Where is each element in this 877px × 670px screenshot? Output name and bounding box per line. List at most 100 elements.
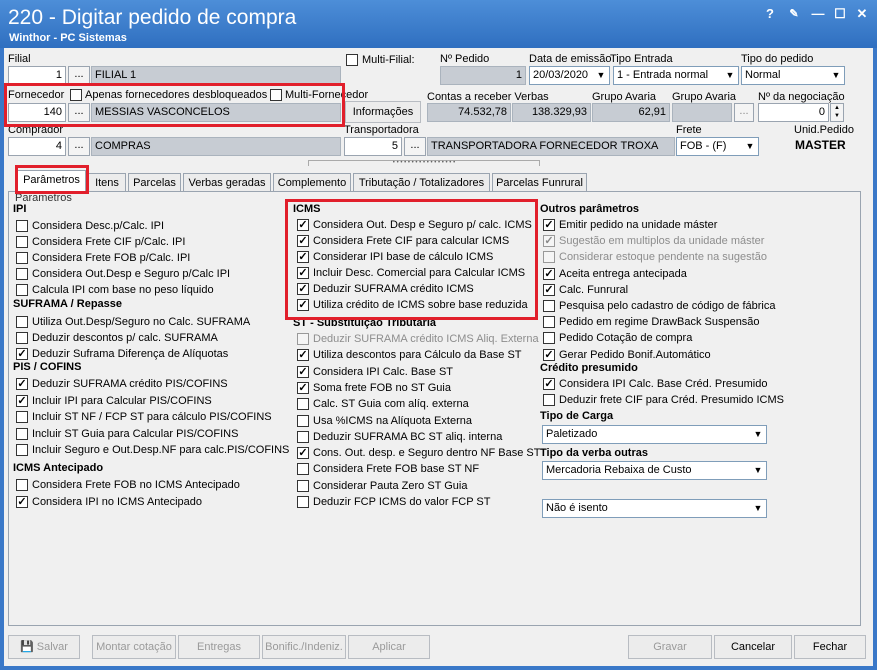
- comprador-search-button[interactable]: ...: [68, 137, 90, 156]
- check-icon[interactable]: ✓: [16, 348, 28, 360]
- checkbox[interactable]: [543, 394, 555, 406]
- option-row[interactable]: Considerar estoque pendente na sugestão: [543, 249, 767, 265]
- checkbox[interactable]: [297, 479, 309, 492]
- checkbox[interactable]: [16, 444, 28, 456]
- check-icon[interactable]: ✓: [543, 235, 555, 248]
- option-row[interactable]: Considera Frete FOB base ST NF: [297, 461, 479, 477]
- check-icon[interactable]: ✓: [16, 394, 28, 407]
- option-row[interactable]: ✓ Considera IPI Calc. Base ST: [297, 364, 453, 380]
- option-row[interactable]: ✓ Utiliza descontos para Cálculo da Base …: [297, 347, 522, 363]
- data-emissao-picker[interactable]: 20/03/2020 ▼: [529, 66, 610, 85]
- transportadora-search-button[interactable]: ...: [404, 137, 426, 156]
- checkbox[interactable]: [16, 411, 28, 423]
- check-icon[interactable]: ✓: [297, 447, 309, 460]
- checkbox[interactable]: [16, 268, 28, 280]
- option-row[interactable]: Deduzir frete CIF para Créd. Presumido I…: [543, 392, 784, 408]
- option-row[interactable]: Deduzir SUFRAMA crédito ICMS Aliq. Exter…: [297, 331, 539, 347]
- cancelar-button[interactable]: Cancelar: [714, 635, 792, 659]
- option-row[interactable]: ✓ Calc. Funrural: [543, 282, 628, 298]
- option-row[interactable]: Incluir ST Guia para Calcular PIS/COFINS: [16, 426, 238, 442]
- grupo-avaria-search-button[interactable]: ...: [734, 103, 754, 122]
- option-row[interactable]: Considera Out.Desp e Seguro p/Calc IPI: [16, 266, 230, 282]
- aplicar-button[interactable]: Aplicar: [348, 635, 430, 659]
- option-row[interactable]: Deduzir SUFRAMA BC ST aliq. interna: [297, 429, 502, 445]
- tab-verbas-geradas[interactable]: Verbas geradas: [183, 173, 271, 192]
- check-icon[interactable]: ✓: [297, 381, 309, 394]
- multi-filial-checkbox[interactable]: [346, 54, 358, 66]
- check-icon[interactable]: ✓: [16, 378, 28, 390]
- option-row[interactable]: ✓ Deduzir Suframa Diferença de Alíquotas: [16, 346, 228, 362]
- checkbox[interactable]: [16, 236, 28, 248]
- checkbox[interactable]: [16, 252, 28, 264]
- option-row[interactable]: Pesquisa pelo cadastro de código de fábr…: [543, 298, 775, 314]
- fechar-button[interactable]: Fechar: [794, 635, 866, 659]
- tab-tributacao[interactable]: Tributação / Totalizadores: [353, 173, 490, 192]
- informacoes-button[interactable]: Informações: [345, 101, 421, 123]
- option-row[interactable]: ✓ Incluir IPI para Calcular PIS/COFINS: [16, 393, 212, 409]
- checkbox[interactable]: [16, 332, 28, 344]
- help-icon[interactable]: ?: [762, 6, 778, 22]
- nr-negociacao-input[interactable]: 0: [758, 103, 829, 122]
- option-row[interactable]: ✓ Gerar Pedido Bonif.Automático: [543, 347, 711, 363]
- isencao-select[interactable]: Não é isento ▼: [542, 499, 767, 518]
- checkbox[interactable]: [543, 316, 555, 329]
- option-row[interactable]: Considera Desc.p/Calc. IPI: [16, 218, 164, 234]
- splitter-handle[interactable]: • • • • • • • • • • • • • • • • •: [308, 160, 540, 166]
- option-row[interactable]: Deduzir descontos p/ calc. SUFRAMA: [16, 330, 218, 346]
- montar-cotacao-button[interactable]: Montar cotação: [92, 635, 176, 659]
- entregas-button[interactable]: Entregas: [178, 635, 260, 659]
- bonific-button[interactable]: Bonific./Indeniz.: [262, 635, 346, 659]
- checkbox[interactable]: [297, 430, 309, 443]
- tab-parcelas-funrural[interactable]: Parcelas Funrural: [492, 173, 587, 192]
- close-icon[interactable]: ✕: [854, 6, 870, 22]
- option-row[interactable]: Pedido em regime DrawBack Suspensão: [543, 314, 760, 330]
- option-row[interactable]: Usa %ICMS na Alíquota Externa: [297, 413, 472, 429]
- option-row[interactable]: ✓ Considera IPI no ICMS Antecipado: [16, 494, 202, 510]
- maximize-icon[interactable]: ☐: [832, 6, 848, 22]
- check-icon[interactable]: ✓: [297, 365, 309, 378]
- checkbox[interactable]: [16, 220, 28, 232]
- arrow-down-icon[interactable]: ▼: [831, 112, 843, 120]
- salvar-button[interactable]: 💾 Salvar: [8, 635, 80, 659]
- checkbox[interactable]: [297, 463, 309, 476]
- option-row[interactable]: ✓ Deduzir SUFRAMA crédito PIS/COFINS: [16, 376, 228, 392]
- tipo-entrada-select[interactable]: 1 - Entrada normal ▼: [613, 66, 739, 85]
- checkbox[interactable]: [16, 316, 28, 328]
- option-row[interactable]: Deduzir FCP ICMS do valor FCP ST: [297, 494, 490, 510]
- option-row[interactable]: Considera Frete CIF p/Calc. IPI: [16, 234, 185, 250]
- option-row[interactable]: ✓ Emitir pedido na unidade máster: [543, 217, 717, 233]
- check-icon[interactable]: ✓: [543, 267, 555, 280]
- check-icon[interactable]: ✓: [297, 349, 309, 362]
- frete-select[interactable]: FOB - (F) ▼: [676, 137, 759, 156]
- option-row[interactable]: Utiliza Out.Desp/Seguro no Calc. SUFRAMA: [16, 314, 250, 330]
- checkbox[interactable]: [16, 284, 28, 296]
- check-icon[interactable]: ✓: [543, 283, 555, 296]
- checkbox[interactable]: [543, 300, 555, 312]
- checkbox[interactable]: [297, 398, 309, 411]
- option-row[interactable]: ✓ Soma frete FOB no ST Guia: [297, 380, 451, 396]
- checkbox[interactable]: [16, 427, 28, 440]
- nr-negociacao-stepper[interactable]: ▲ ▼: [830, 103, 844, 122]
- check-icon[interactable]: ✓: [543, 378, 555, 390]
- tipo-carga-select[interactable]: Paletizado ▼: [542, 425, 767, 444]
- option-row[interactable]: ✓ Sugestão em multiplos da unidade máster: [543, 233, 764, 249]
- option-row[interactable]: Considera Frete FOB p/Calc. IPI: [16, 250, 190, 266]
- checkbox[interactable]: [297, 496, 309, 508]
- option-row[interactable]: Pedido Cotação de compra: [543, 330, 692, 346]
- option-row[interactable]: Incluir Seguro e Out.Desp.NF para calc.P…: [16, 442, 289, 458]
- option-row[interactable]: Considera Frete FOB no ICMS Antecipado: [16, 477, 240, 493]
- checkbox[interactable]: [543, 332, 555, 345]
- minimize-icon[interactable]: —: [810, 6, 826, 22]
- check-icon[interactable]: ✓: [16, 496, 28, 508]
- option-row[interactable]: ✓ Considera IPI Calc. Base Créd. Presumid…: [543, 376, 767, 392]
- tipo-verba-select[interactable]: Mercadoria Rebaixa de Custo ▼: [542, 461, 767, 480]
- comprador-code-input[interactable]: 4: [8, 137, 66, 156]
- check-icon[interactable]: ✓: [543, 348, 555, 361]
- option-row[interactable]: ✓ Aceita entrega antecipada: [543, 266, 687, 282]
- arrow-up-icon[interactable]: ▲: [831, 104, 843, 112]
- option-row[interactable]: Calcula IPI com base no peso líquido: [16, 282, 214, 298]
- tab-itens[interactable]: Itens: [88, 173, 126, 192]
- option-row[interactable]: ✓ Cons. Out. desp. e Seguro dentro NF Bas…: [297, 445, 540, 461]
- check-icon[interactable]: ✓: [543, 219, 555, 231]
- option-row[interactable]: Considerar Pauta Zero ST Guia: [297, 478, 467, 494]
